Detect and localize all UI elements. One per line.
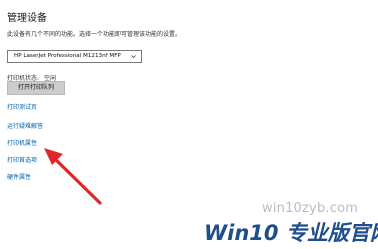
settings-page: 管理设备 此设备有几个不同的功能。选择一个功能即可管理该功能的设置。 HP La… xyxy=(0,0,378,249)
printer-properties-link[interactable]: 打印机属性 xyxy=(7,138,37,147)
chevron-down-icon xyxy=(131,55,136,59)
printing-preferences-link[interactable]: 打印首选项 xyxy=(7,155,37,164)
hardware-properties-link[interactable]: 硬件属性 xyxy=(7,172,31,181)
print-test-page-link[interactable]: 打印测试页 xyxy=(7,102,37,111)
watermark-brand: Win10 专业版官网 xyxy=(204,221,378,245)
run-troubleshooter-link[interactable]: 运行疑难解答 xyxy=(7,121,43,130)
page-title: 管理设备 xyxy=(7,13,47,24)
open-print-queue-button[interactable]: 打开打印队列 xyxy=(7,81,65,95)
watermark-site: win10zyb.com xyxy=(262,201,359,216)
printer-select-value: HP LaserJet Professional M1213nf MFP xyxy=(14,53,121,59)
page-description: 此设备有几个不同的功能。选择一个功能即可管理该功能的设置。 xyxy=(7,31,182,38)
printer-select[interactable]: HP LaserJet Professional M1213nf MFP xyxy=(7,50,142,63)
